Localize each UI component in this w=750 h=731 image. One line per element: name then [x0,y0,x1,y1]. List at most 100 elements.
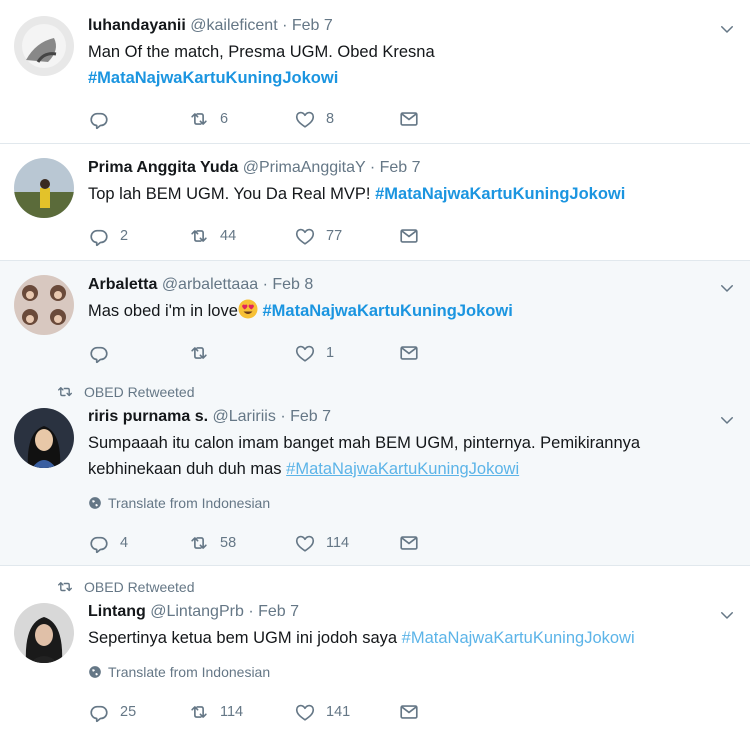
retweet-count: 6 [220,111,229,127]
retweet-icon [56,385,74,399]
retweeted-by-label[interactable]: OBED Retweeted [56,578,195,596]
avatar[interactable] [14,603,74,663]
like-count: 114 [326,535,350,551]
translate-label: Translate from Indonesian [108,664,271,680]
like-count: 1 [326,345,335,361]
retweet-icon [188,532,210,554]
envelope-icon [398,225,420,247]
like-button[interactable]: 8 [294,107,334,131]
like-button[interactable]: 114 [294,531,349,555]
avatar[interactable] [14,16,74,76]
tweet-date[interactable]: Feb 7 [380,159,421,176]
heart-icon [294,701,316,723]
retweet-button[interactable]: 6 [188,107,228,131]
globe-icon [88,665,102,679]
retweeted-by-label[interactable]: OBED Retweeted [56,383,195,401]
hashtag-link[interactable]: #MataNajwaKartuKuningJokowi [402,629,635,647]
tweet-date[interactable]: Feb 7 [290,408,331,425]
tweet-date[interactable]: Feb 7 [292,17,333,34]
author-name[interactable]: Lintang [88,603,146,620]
tweet-text-line: Sepertinya ketua bem UGM ini jodoh saya [88,629,398,647]
tweet-text-line: Sumpaaah itu calon imam banget mah BEM U… [88,434,641,452]
tweet[interactable]: OBED Retweeted Lintang @LintangPrb · Feb… [0,566,750,731]
author-handle[interactable]: @LintangPrb [150,603,244,620]
avatar[interactable] [14,408,74,468]
tweet-date[interactable]: Feb 8 [272,276,313,293]
chevron-down-icon[interactable] [718,20,736,38]
retweet-icon [188,701,210,723]
tweet[interactable]: Arbaletta @arbalettaaa · Feb 8 Mas obed … [0,261,750,369]
author-handle[interactable]: @kaileficent [190,17,277,34]
heart-icon [294,342,316,364]
author-name[interactable]: Arbaletta [88,276,157,293]
avatar[interactable] [14,275,74,335]
chevron-down-icon[interactable] [718,411,736,429]
tweet[interactable]: OBED Retweeted riris purnama s. @Laririi… [0,369,750,566]
translate-link[interactable]: Translate from Indonesian [88,494,270,512]
tweet-text: Sepertinya ketua bem UGM ini jodoh saya … [88,625,728,651]
tweet-text: Mas obed i'm in love #MataNajwaKartuKuni… [88,298,728,324]
separator: · [369,159,376,176]
retweeted-by-text: OBED Retweeted [84,384,195,400]
like-button[interactable]: 77 [294,224,342,248]
reply-icon [88,225,110,247]
envelope-icon [398,532,420,554]
reply-count: 2 [120,228,129,244]
retweet-button[interactable]: 114 [188,700,243,724]
like-count: 8 [326,111,335,127]
reply-count: 4 [120,535,129,551]
author-handle[interactable]: @arbalettaaa [162,276,258,293]
retweet-icon [188,108,210,130]
like-button[interactable]: 1 [294,341,334,365]
reply-button[interactable]: 25 [88,700,136,724]
author-name[interactable]: Prima Anggita Yuda [88,159,238,176]
tweet[interactable]: Prima Anggita Yuda @PrimaAnggitaY · Feb … [0,144,750,261]
separator: · [248,603,254,620]
chevron-down-icon[interactable] [718,279,736,297]
hashtag-link[interactable]: #MataNajwaKartuKuningJokowi [262,302,512,320]
tweet[interactable]: luhandayanii @kaileficent · Feb 7 Man Of… [0,0,750,144]
author-name[interactable]: riris purnama s. [88,408,208,425]
globe-icon [88,496,102,510]
chevron-down-icon[interactable] [718,606,736,624]
reply-icon [88,701,110,723]
tweet-text-line: Top lah BEM UGM. You Da Real MVP! [88,185,371,203]
reply-button[interactable] [88,341,120,365]
reply-button[interactable]: 2 [88,224,128,248]
avatar[interactable] [14,158,74,218]
retweet-button[interactable]: 58 [188,531,236,555]
retweet-button[interactable]: 44 [188,224,236,248]
hashtag-link[interactable]: #MataNajwaKartuKuningJokowi [88,69,338,87]
separator: · [282,17,288,34]
reply-icon [88,342,110,364]
direct-message-button[interactable] [398,700,430,724]
envelope-icon [398,342,420,364]
retweet-count: 58 [220,535,237,551]
tweet-date[interactable]: Feb 7 [258,603,299,620]
separator: · [262,276,268,293]
direct-message-button[interactable] [398,107,430,131]
hashtag-link[interactable]: #MataNajwaKartuKuningJokowi [286,460,519,478]
heart-eyes-emoji [238,299,258,319]
retweet-button[interactable] [188,341,220,365]
hashtag-link[interactable]: #MataNajwaKartuKuningJokowi [375,185,625,203]
tweet-text: Sumpaaah itu calon imam banget mah BEM U… [88,430,728,482]
retweet-icon [56,580,74,594]
tweet-text: Top lah BEM UGM. You Da Real MVP! #MataN… [88,181,728,207]
author-handle[interactable]: @PrimaAnggitaY [243,159,366,176]
reply-button[interactable] [88,107,120,131]
translate-link[interactable]: Translate from Indonesian [88,663,270,681]
reply-icon [88,532,110,554]
direct-message-button[interactable] [398,341,430,365]
tweet-text-line: Mas obed i'm in love [88,302,238,320]
heart-icon [294,225,316,247]
direct-message-button[interactable] [398,531,430,555]
like-button[interactable]: 141 [294,700,350,724]
envelope-icon [398,701,420,723]
author-name[interactable]: luhandayanii [88,17,186,34]
direct-message-button[interactable] [398,224,430,248]
author-handle[interactable]: @Laririis [213,408,276,425]
reply-icon [88,108,110,130]
reply-button[interactable]: 4 [88,531,128,555]
tweet-text-line: Man Of the match, Presma UGM. Obed Kresn… [88,43,435,61]
